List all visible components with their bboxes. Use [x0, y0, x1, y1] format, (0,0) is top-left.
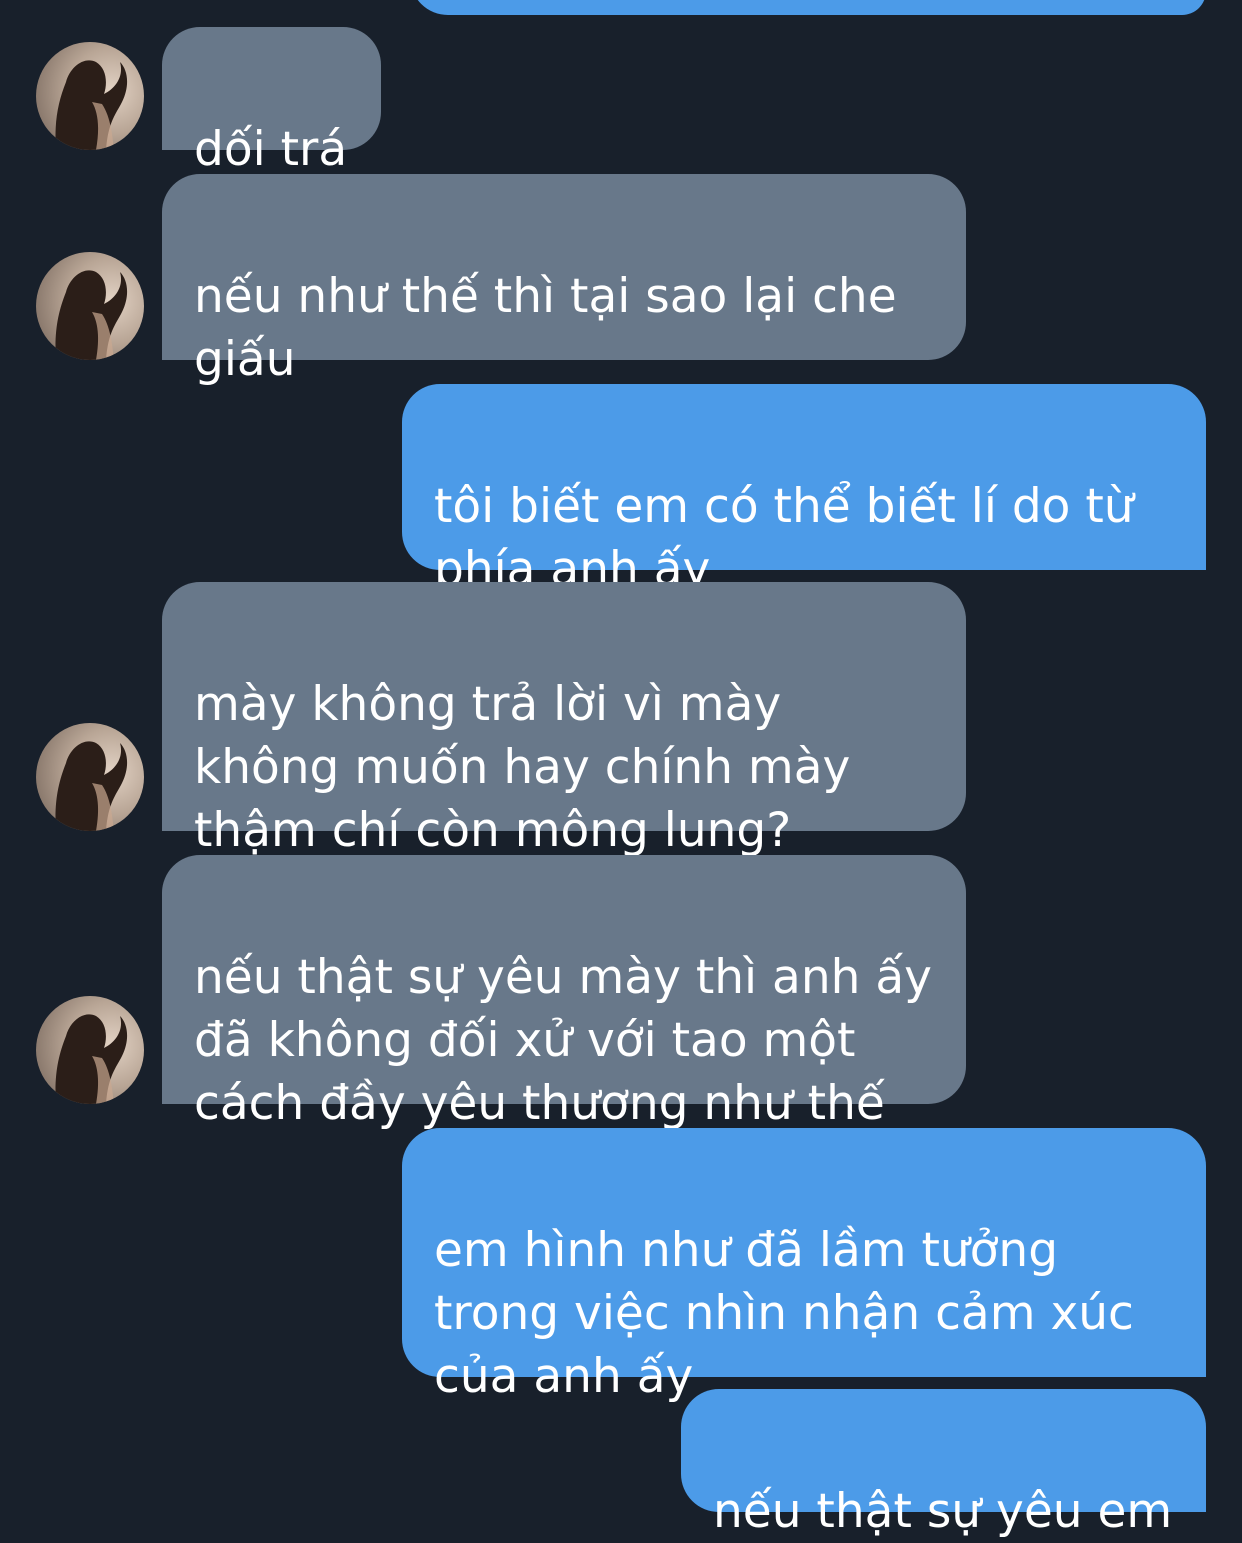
message-text: nếu thật sự yêu mày thì anh ấy đã không … — [194, 950, 932, 1131]
message-bubble-outgoing[interactable] — [410, 0, 1206, 15]
contact-avatar[interactable] — [36, 996, 144, 1104]
avatar-photo-icon — [55, 1014, 128, 1104]
message-bubble-outgoing[interactable]: em hình như đã lầm tưởng trong việc nhìn… — [402, 1128, 1206, 1404]
message-bubble-incoming[interactable]: nếu như thế thì tại sao lại che giấu — [162, 174, 966, 387]
avatar-photo-icon — [55, 60, 127, 150]
message-text: mày không trả lời vì mày không muốn hay … — [194, 677, 851, 858]
message-bubble-incoming[interactable]: nếu thật sự yêu mày thì anh ấy đã không … — [162, 855, 966, 1131]
avatar-photo-icon — [55, 270, 128, 360]
contact-avatar[interactable] — [36, 252, 144, 360]
message-text: nếu như thế thì tại sao lại che giấu — [194, 269, 897, 387]
message-bubble-outgoing[interactable]: nếu thật sự yêu em — [681, 1389, 1206, 1539]
contact-avatar[interactable] — [36, 723, 144, 831]
message-bubble-incoming[interactable]: mày không trả lời vì mày không muốn hay … — [162, 582, 966, 858]
message-text: tôi biết em có thể biết lí do từ phía an… — [434, 479, 1134, 597]
message-text: dối trá — [194, 122, 348, 177]
avatar-photo-icon — [55, 741, 128, 831]
message-text: em hình như đã lầm tưởng trong việc nhìn… — [434, 1223, 1134, 1404]
message-bubble-outgoing[interactable]: tôi biết em có thể biết lí do từ phía an… — [402, 384, 1206, 597]
contact-avatar[interactable] — [36, 42, 144, 150]
message-bubble-incoming[interactable]: dối trá — [162, 27, 381, 177]
